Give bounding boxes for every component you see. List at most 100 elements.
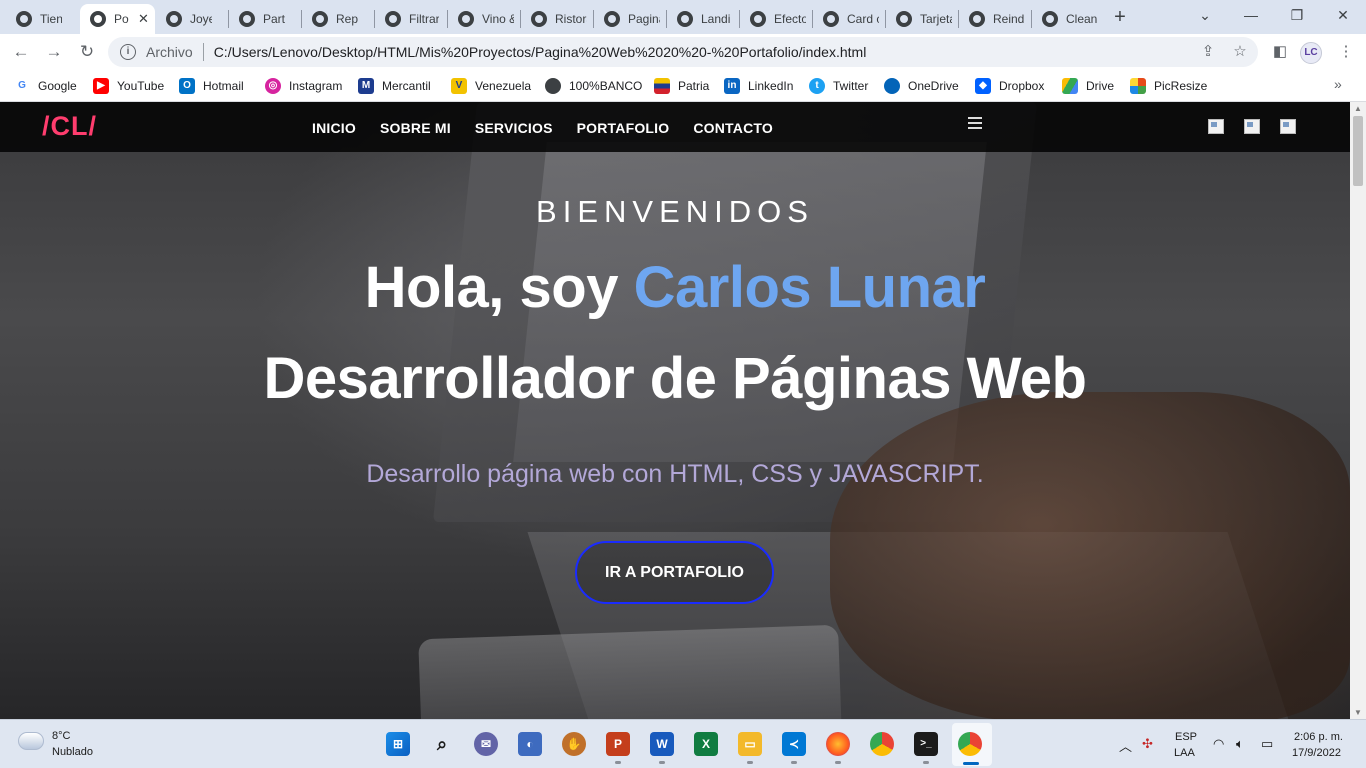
- battery-icon[interactable]: ▭: [1261, 736, 1273, 752]
- page-scrollbar[interactable]: ▲ ▼: [1350, 102, 1366, 719]
- forward-arrow-icon[interactable]: →: [42, 40, 66, 64]
- bookmark-star-icon[interactable]: ☆: [1228, 40, 1252, 64]
- bookmark-picresize[interactable]: PicResize: [1130, 76, 1207, 96]
- close-tab-icon[interactable]: ✕: [138, 11, 149, 27]
- picresize-icon: [1130, 78, 1146, 94]
- weather-description[interactable]: Nublado: [52, 746, 93, 758]
- tab-ristorante[interactable]: Ristora: [521, 4, 593, 34]
- running-indicator: [747, 761, 753, 764]
- tab-search-chevron-icon[interactable]: ⌄: [1182, 0, 1228, 30]
- tab-clean[interactable]: Clean: [1032, 4, 1098, 34]
- input-language[interactable]: ESP: [1175, 731, 1197, 743]
- running-indicator: [615, 761, 621, 764]
- tab-portafolio-active[interactable]: Po ✕: [80, 4, 155, 34]
- clock-date[interactable]: 17/9/2022: [1292, 747, 1341, 759]
- info-icon[interactable]: i: [120, 44, 136, 60]
- hero-description: Desarrollo página web con HTML, CSS y JA…: [366, 460, 984, 488]
- firefox-icon[interactable]: [826, 732, 850, 756]
- tab-efecto[interactable]: Efecto: [740, 4, 812, 34]
- back-arrow-icon[interactable]: ←: [9, 40, 33, 64]
- globe-icon: [545, 78, 561, 94]
- restore-button[interactable]: ❐: [1274, 0, 1320, 30]
- bookmark-hotmail[interactable]: O Hotmail: [179, 76, 244, 96]
- bookmark-onedrive[interactable]: OneDrive: [884, 76, 959, 96]
- tab-card[interactable]: Card c: [813, 4, 885, 34]
- tab-particles[interactable]: Partícl: [229, 4, 301, 34]
- file-scheme-label: Archivo: [146, 44, 193, 60]
- more-bookmarks-chevron-icon[interactable]: »: [1334, 76, 1342, 92]
- volume-icon[interactable]: 🔈︎: [1236, 736, 1244, 752]
- url-text[interactable]: C:/Users/Lenovo/Desktop/HTML/Mis%20Proye…: [214, 44, 867, 60]
- close-window-button[interactable]: ✕: [1320, 0, 1366, 30]
- chrome-icon[interactable]: [870, 732, 894, 756]
- tab-tarjeta[interactable]: Tarjeta: [886, 4, 958, 34]
- instagram-icon: ◎: [265, 78, 281, 94]
- address-divider: [202, 43, 204, 61]
- tab-filtrar[interactable]: Filtrar: [375, 4, 447, 34]
- tray-overflow-chevron-icon[interactable]: ︿: [1119, 736, 1132, 755]
- profile-avatar[interactable]: LC: [1300, 42, 1322, 64]
- bookmark-linkedin[interactable]: in LinkedIn: [724, 76, 793, 96]
- input-layout[interactable]: LAA: [1174, 747, 1195, 759]
- powerpoint-icon[interactable]: P: [606, 732, 630, 756]
- tab-reporte[interactable]: Repor: [302, 4, 374, 34]
- search-icon[interactable]: ⌕: [430, 732, 454, 756]
- network-alert-icon[interactable]: ✣: [1142, 736, 1153, 752]
- bookmark-label: Instagram: [289, 79, 343, 93]
- bookmark-label: 100%BANCO: [569, 79, 643, 93]
- tab-reindeer[interactable]: Reind: [959, 4, 1031, 34]
- bookmark-twitter[interactable]: t Twitter: [809, 76, 868, 96]
- bookmark-youtube[interactable]: ▶ YouTube: [93, 76, 164, 96]
- bookmark-label: Venezuela: [475, 79, 532, 93]
- scrollbar-thumb[interactable]: [1353, 116, 1363, 186]
- baseball-glove-icon[interactable]: ✋: [562, 732, 586, 756]
- reload-icon[interactable]: ↻: [75, 40, 99, 64]
- chrome-profile-icon[interactable]: [958, 732, 982, 756]
- share-icon[interactable]: ⇪: [1196, 40, 1220, 64]
- more-menu-icon[interactable]: ⋮: [1334, 40, 1358, 64]
- bookmark-label: Mercantil: [382, 79, 431, 93]
- bookmark-patria[interactable]: Patria: [654, 76, 709, 96]
- bookmark-mercantil[interactable]: M Mercantil: [358, 76, 431, 96]
- tab-pagina[interactable]: Pagina: [594, 4, 666, 34]
- bookmark-venezuela[interactable]: V Venezuela: [451, 76, 531, 96]
- file-explorer-icon[interactable]: ▭: [738, 732, 762, 756]
- excel-icon[interactable]: X: [694, 732, 718, 756]
- wifi-icon[interactable]: ◠: [1213, 736, 1224, 752]
- tab-vino[interactable]: Vino &: [448, 4, 520, 34]
- weather-temperature[interactable]: 8°C: [52, 730, 70, 742]
- hero-kicker: BIENVENIDOS: [536, 194, 814, 229]
- clock-time[interactable]: 2:06 p. m.: [1294, 731, 1343, 743]
- bookmark-drive[interactable]: Drive: [1062, 76, 1114, 96]
- minimize-button[interactable]: —: [1228, 0, 1274, 30]
- chat-icon[interactable]: ✉: [474, 732, 498, 756]
- bookmark-label: Patria: [678, 79, 710, 93]
- page-viewport: /CL/ INICIO SOBRE MI SERVICIOS PORTAFOLI…: [0, 102, 1350, 719]
- cloud-icon[interactable]: [18, 732, 44, 750]
- scroll-down-arrow-icon[interactable]: ▼: [1354, 708, 1362, 717]
- globe-icon: [385, 11, 401, 27]
- new-tab-button[interactable]: +: [1108, 6, 1132, 30]
- bookmark-instagram[interactable]: ◎ Instagram: [265, 76, 342, 96]
- bookmark-google[interactable]: G Google: [14, 76, 77, 96]
- bookmark-label: Hotmail: [203, 79, 244, 93]
- bookmark-100banco[interactable]: 100%BANCO: [545, 76, 642, 96]
- scroll-up-arrow-icon[interactable]: ▲: [1354, 104, 1362, 113]
- side-panel-icon[interactable]: ◧: [1268, 40, 1292, 64]
- windows-start-icon[interactable]: ⊞: [386, 732, 410, 756]
- youtube-icon: ▶: [93, 78, 109, 94]
- portfolio-cta-button[interactable]: IR A PORTAFOLIO: [575, 541, 774, 604]
- running-indicator: [791, 761, 797, 764]
- globe-icon: [823, 11, 839, 27]
- vscode-icon[interactable]: ≺: [782, 732, 806, 756]
- photos-icon[interactable]: ◐: [518, 732, 542, 756]
- twitter-icon: t: [809, 78, 825, 94]
- address-bar[interactable]: i Archivo C:/Users/Lenovo/Desktop/HTML/M…: [108, 37, 1258, 67]
- word-icon[interactable]: W: [650, 732, 674, 756]
- bookmark-dropbox[interactable]: ◆ Dropbox: [975, 76, 1044, 96]
- tab-joyeria[interactable]: Joyería: [156, 4, 228, 34]
- tab-landing[interactable]: Landi: [667, 4, 739, 34]
- tab-tienda[interactable]: Tienda: [6, 4, 78, 34]
- terminal-icon[interactable]: >_: [914, 732, 938, 756]
- bookmark-label: LinkedIn: [748, 79, 794, 93]
